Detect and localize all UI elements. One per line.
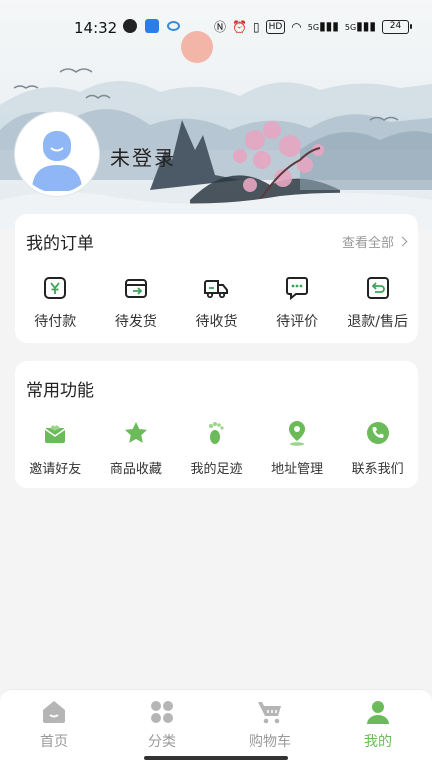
- footprints-label: 我的足迹: [190, 462, 243, 477]
- footprint-icon: [209, 422, 225, 444]
- signal-icon: 5G▮▮▮: [307, 19, 339, 33]
- cart-icon: [258, 702, 281, 724]
- return-arrow-icon: [366, 277, 389, 299]
- tab-category[interactable]: 分类: [132, 698, 192, 751]
- invite-envelope-icon: [44, 425, 66, 443]
- avatar[interactable]: [15, 112, 99, 196]
- comment-bubble-icon: [286, 277, 309, 301]
- order-pending-payment-label: 待付款: [34, 314, 77, 330]
- nfc-icon: Ⓝ: [214, 20, 227, 34]
- phone-icon: [366, 422, 389, 444]
- order-refund-aftersales-label: 退款/售后: [347, 314, 409, 330]
- tab-cart[interactable]: 购物车: [240, 698, 300, 751]
- status-indicators: Ⓝ ⏰ ▯ HD ◠ 5G▮▮▮ 5G▮▮▮ 24: [214, 18, 412, 36]
- order-pending-shipment-label: 待发货: [114, 314, 157, 330]
- my-orders-card: 我的订单 查看全部 待付款 待发货 待收货 待评价 退款/售后: [15, 214, 418, 343]
- login-status-name[interactable]: 未登录: [110, 142, 176, 171]
- app-notification-icon: [145, 19, 159, 33]
- wechat-icon: [123, 19, 137, 33]
- footprints-item[interactable]: 我的足迹: [176, 419, 257, 477]
- location-pin-icon: [289, 421, 306, 446]
- order-pending-review[interactable]: 待评价: [257, 274, 338, 331]
- tab-home-label: 首页: [40, 734, 68, 750]
- wifi-icon: ◠: [291, 20, 302, 34]
- category-grid-icon: [151, 701, 173, 723]
- status-bar: 14:32 Ⓝ ⏰ ▯ HD ◠ 5G▮▮▮ 5G▮▮▮ 24: [0, 0, 432, 54]
- tab-cart-label: 购物车: [249, 734, 291, 750]
- vibrate-icon: ▯: [252, 20, 260, 34]
- hd-badge: HD: [265, 20, 286, 34]
- tab-category-label: 分类: [148, 734, 176, 750]
- invite-friends-item[interactable]: 邀请好友: [15, 419, 96, 477]
- order-refund-aftersales[interactable]: 退款/售后: [337, 274, 418, 331]
- order-pending-review-label: 待评价: [276, 314, 319, 330]
- functions-title: 常用功能: [26, 381, 94, 401]
- truck-icon: [204, 280, 229, 299]
- status-app-icons: [123, 19, 180, 33]
- order-pending-shipment[interactable]: 待发货: [96, 274, 177, 331]
- star-icon: [124, 422, 147, 443]
- box-send-icon: [124, 279, 147, 298]
- order-pending-receipt[interactable]: 待收货: [176, 274, 257, 331]
- address-management-label: 地址管理: [271, 462, 324, 477]
- user-avatar-icon: [18, 115, 96, 193]
- tab-mine[interactable]: 我的: [348, 698, 408, 751]
- network-type-label-2: 5G: [344, 23, 357, 32]
- view-all-label: 查看全部: [341, 236, 394, 251]
- view-all-orders-link[interactable]: 查看全部: [341, 232, 408, 251]
- invite-friends-label: 邀请好友: [29, 462, 82, 477]
- order-pending-receipt-label: 待收货: [195, 314, 238, 330]
- functions-grid: 邀请好友 商品收藏 我的足迹 地址管理 联系我们: [15, 419, 418, 477]
- contact-us-label: 联系我们: [351, 462, 404, 477]
- signal-icon-2: 5G▮▮▮: [344, 19, 376, 33]
- alarm-icon: ⏰: [232, 20, 247, 34]
- favorites-item[interactable]: 商品收藏: [96, 419, 177, 477]
- home-icon: [43, 701, 65, 723]
- tab-home[interactable]: 首页: [24, 698, 84, 751]
- favorites-label: 商品收藏: [109, 462, 162, 477]
- network-type-label: 5G: [307, 23, 320, 32]
- yuan-wallet-icon: [44, 277, 67, 299]
- cloud-icon: [167, 21, 180, 31]
- order-status-grid: 待付款 待发货 待收货 待评价 退款/售后: [15, 274, 418, 331]
- status-time: 14:32: [74, 19, 118, 37]
- common-functions-card: 常用功能 邀请好友 商品收藏 我的足迹 地址管理 联系我们: [15, 361, 418, 488]
- address-management-item[interactable]: 地址管理: [257, 419, 338, 477]
- chevron-right-icon: [397, 236, 408, 247]
- home-indicator[interactable]: [144, 756, 288, 760]
- order-pending-payment[interactable]: 待付款: [15, 274, 96, 331]
- tab-mine-label: 我的: [364, 734, 392, 750]
- battery-icon: 24: [381, 20, 412, 34]
- user-icon: [367, 701, 389, 724]
- contact-us-item[interactable]: 联系我们: [337, 419, 418, 477]
- orders-title: 我的订单: [26, 234, 94, 254]
